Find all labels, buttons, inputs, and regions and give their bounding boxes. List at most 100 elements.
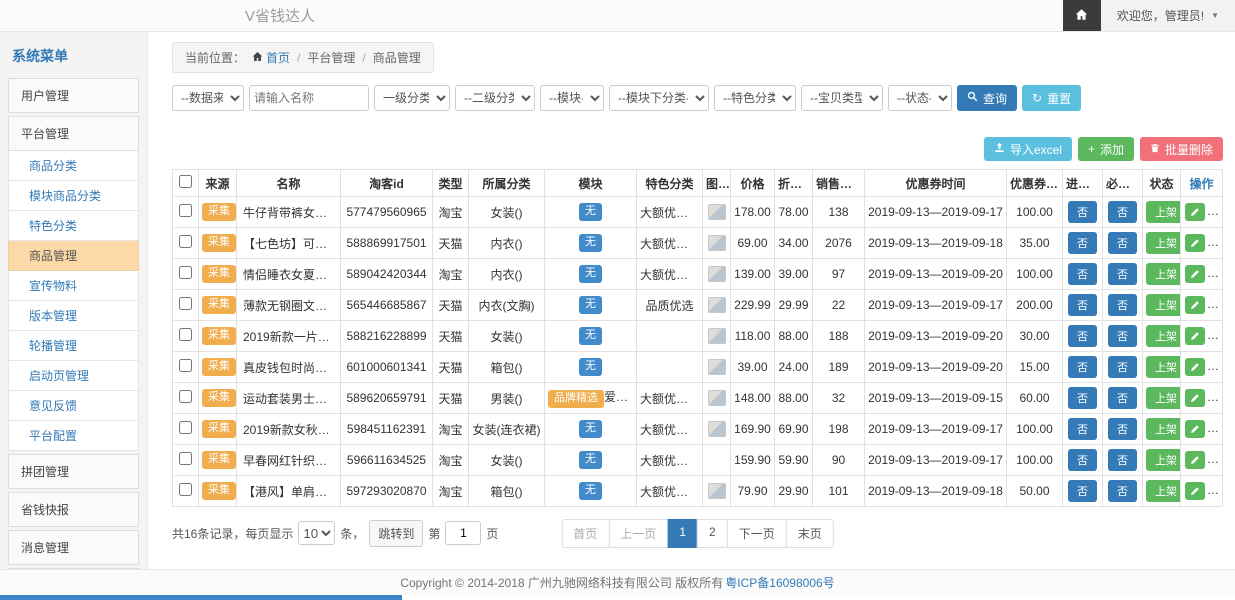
feature-category-select[interactable]: --特色分类-- [714,85,796,111]
breadcrumb-home-link[interactable]: 首页 [252,49,290,66]
status-toggle[interactable]: 上架 [1146,387,1181,409]
sidebar-item[interactable]: 特色分类 [8,211,139,241]
sidebar-item[interactable]: 意见反馈 [8,391,139,421]
feature-category: 大额优惠券 [637,228,703,259]
sidebar-group[interactable]: 消息管理 [8,530,139,565]
status-select[interactable]: --状态-- [888,85,952,111]
edit-button[interactable] [1185,420,1205,438]
row-checkbox[interactable] [179,328,192,341]
jump-page-input[interactable] [445,521,481,545]
import-select-toggle[interactable]: 否 [1068,263,1097,285]
row-checkbox[interactable] [179,235,192,248]
sidebar-group[interactable]: 拼团管理 [8,454,139,489]
module-sub-select[interactable]: --模块下分类-- [609,85,709,111]
import-select-toggle[interactable]: 否 [1068,418,1097,440]
import-select-toggle[interactable]: 否 [1068,356,1097,378]
horizontal-scrollbar-thumb[interactable] [0,595,402,600]
page-button[interactable]: 末页 [786,519,834,548]
must-buy-toggle[interactable]: 否 [1108,387,1137,409]
row-checkbox[interactable] [179,204,192,217]
icp-link[interactable]: 粤ICP备16098006号 [725,574,834,591]
sidebar-item[interactable]: 模块商品分类 [8,181,139,211]
edit-button[interactable] [1185,234,1205,252]
row-checkbox[interactable] [179,483,192,496]
sidebar-item[interactable]: 启动页管理 [8,361,139,391]
product-category: 女装(连衣裙) [469,414,545,445]
edit-button[interactable] [1185,265,1205,283]
level2-category-select[interactable]: --二级分类-- [455,85,535,111]
search-button[interactable]: 查询 [957,85,1017,111]
must-buy-toggle[interactable]: 否 [1108,449,1137,471]
edit-button[interactable] [1185,203,1205,221]
edit-button[interactable] [1185,327,1205,345]
sidebar-group[interactable]: 省钱快报 [8,492,139,527]
sidebar-item[interactable]: 商品管理 [8,241,139,271]
status-toggle[interactable]: 上架 [1146,418,1181,440]
add-button[interactable]: + 添加 [1078,137,1134,161]
batch-delete-button[interactable]: 批量删除 [1140,137,1223,161]
import-select-toggle[interactable]: 否 [1068,294,1097,316]
taoke-id: 588869917501 [341,228,433,259]
must-buy-toggle[interactable]: 否 [1108,294,1137,316]
status-toggle[interactable]: 上架 [1146,325,1181,347]
item-type-select[interactable]: --宝贝类型-- [801,85,883,111]
edit-button[interactable] [1185,482,1205,500]
import-excel-button[interactable]: 导入excel [984,137,1072,161]
row-checkbox[interactable] [179,390,192,403]
row-checkbox[interactable] [179,421,192,434]
data-source-select[interactable]: --数据来源-- [172,85,244,111]
per-page-select[interactable]: 10 [298,521,335,545]
sidebar-group[interactable]: 用户管理 [8,78,139,113]
records-summary: 共16条记录，每页显示 10 条， 跳转到 第 页 [172,520,498,547]
import-select-toggle[interactable]: 否 [1068,387,1097,409]
import-select-toggle[interactable]: 否 [1068,480,1097,502]
select-all-checkbox[interactable] [179,175,192,188]
sidebar-item[interactable]: 商品分类 [8,151,139,181]
must-buy-toggle[interactable]: 否 [1108,232,1137,254]
page-button[interactable]: 2 [697,519,728,548]
status-toggle[interactable]: 上架 [1146,263,1181,285]
user-menu[interactable]: 欢迎您，管理员! ▼ [1101,0,1235,31]
sidebar-item[interactable]: 宣传物料 [8,271,139,301]
row-checkbox[interactable] [179,297,192,310]
status-toggle[interactable]: 上架 [1146,356,1181,378]
jump-button[interactable]: 跳转到 [369,520,423,547]
module-cell: 无 [545,352,637,383]
must-buy-toggle[interactable]: 否 [1108,263,1137,285]
sidebar-item[interactable]: 平台配置 [8,421,139,451]
name-search-input[interactable] [249,85,369,111]
edit-button[interactable] [1185,358,1205,376]
edit-button[interactable] [1185,451,1205,469]
row-checkbox[interactable] [179,452,192,465]
sidebar-item[interactable]: 版本管理 [8,301,139,331]
must-buy-toggle[interactable]: 否 [1108,418,1137,440]
status-toggle[interactable]: 上架 [1146,449,1181,471]
import-select-toggle[interactable]: 否 [1068,201,1097,223]
must-buy-toggle[interactable]: 否 [1108,480,1137,502]
home-button[interactable] [1063,0,1101,31]
module-select[interactable]: --模块-- [540,85,604,111]
must-buy-toggle[interactable]: 否 [1108,201,1137,223]
import-select-toggle[interactable]: 否 [1068,325,1097,347]
page-button[interactable]: 1 [667,519,698,548]
page-button[interactable]: 首页 [561,519,609,548]
import-select-toggle[interactable]: 否 [1068,449,1097,471]
column-header: 销售数量 [813,170,865,197]
status-toggle[interactable]: 上架 [1146,480,1181,502]
status-toggle[interactable]: 上架 [1146,232,1181,254]
must-buy-toggle[interactable]: 否 [1108,356,1137,378]
page-button[interactable]: 上一页 [608,519,668,548]
edit-button[interactable] [1185,389,1205,407]
page-button[interactable]: 下一页 [727,519,787,548]
edit-button[interactable] [1185,296,1205,314]
must-buy-toggle[interactable]: 否 [1108,325,1137,347]
status-toggle[interactable]: 上架 [1146,201,1181,223]
row-checkbox[interactable] [179,266,192,279]
level1-category-select[interactable]: 一级分类 [374,85,450,111]
import-select-toggle[interactable]: 否 [1068,232,1097,254]
sidebar-item[interactable]: 轮播管理 [8,331,139,361]
sidebar-group[interactable]: 平台管理 [8,116,139,151]
row-checkbox[interactable] [179,359,192,372]
status-toggle[interactable]: 上架 [1146,294,1181,316]
reset-button[interactable]: ↻ 重置 [1022,85,1081,111]
